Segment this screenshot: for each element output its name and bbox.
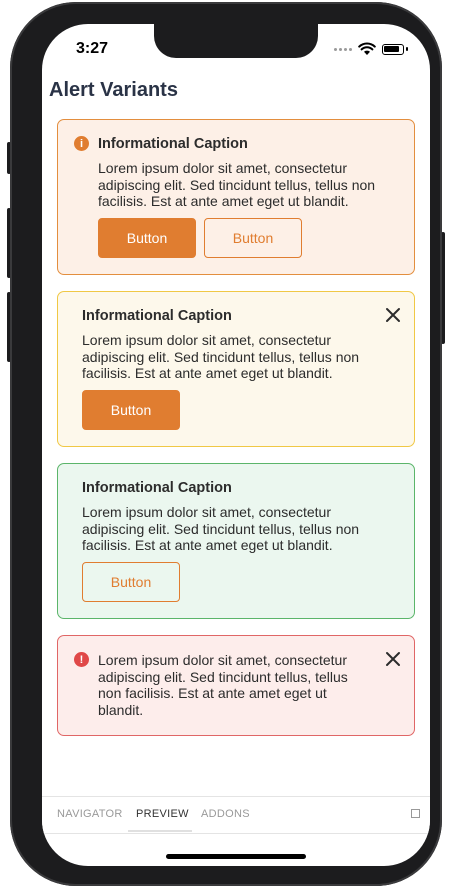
alert-error: ! Lorem ipsum dolor sit amet, consectetu… bbox=[57, 635, 415, 736]
active-tab-indicator bbox=[128, 830, 192, 832]
alert-warning: i Informational Caption Lorem ipsum dolo… bbox=[57, 119, 415, 275]
home-indicator bbox=[166, 854, 306, 859]
alert-body: Lorem ipsum dolor sit amet, consectetur … bbox=[82, 332, 360, 382]
phone-screen: 3:27 Alert Variants i Informational Capt… bbox=[42, 24, 430, 866]
notch bbox=[154, 24, 318, 58]
tab-navigator[interactable]: NAVIGATOR bbox=[57, 808, 123, 820]
primary-button[interactable]: Button bbox=[82, 390, 180, 430]
alert-body: Lorem ipsum dolor sit amet, consectetur … bbox=[98, 160, 376, 210]
alert-body: Lorem ipsum dolor sit amet, consectetur … bbox=[82, 504, 360, 554]
wifi-icon bbox=[358, 42, 376, 55]
addon-panel-tabs: NAVIGATOR PREVIEW ADDONS bbox=[42, 796, 430, 834]
alert-caution: Informational Caption Lorem ipsum dolor … bbox=[57, 291, 415, 447]
close-icon[interactable] bbox=[384, 306, 402, 324]
status-icons bbox=[334, 42, 408, 56]
signal-icon bbox=[334, 47, 352, 51]
alert-caption: Informational Caption bbox=[82, 308, 232, 324]
tab-preview[interactable]: PREVIEW bbox=[136, 808, 189, 820]
secondary-button[interactable]: Button bbox=[82, 562, 180, 602]
alert-body: Lorem ipsum dolor sit amet, consectetur … bbox=[98, 652, 348, 718]
primary-button[interactable]: Button bbox=[98, 218, 196, 258]
phone-frame: 3:27 Alert Variants i Informational Capt… bbox=[10, 2, 442, 886]
close-icon[interactable] bbox=[384, 650, 402, 668]
panel-toggle-icon[interactable] bbox=[411, 809, 420, 818]
secondary-button[interactable]: Button bbox=[204, 218, 302, 258]
page-title: Alert Variants bbox=[49, 79, 178, 101]
tab-addons[interactable]: ADDONS bbox=[201, 808, 250, 820]
error-icon: ! bbox=[74, 652, 89, 667]
status-time: 3:27 bbox=[76, 40, 109, 57]
info-icon: i bbox=[74, 136, 89, 151]
alert-caption: Informational Caption bbox=[82, 480, 232, 496]
alert-caption: Informational Caption bbox=[98, 136, 248, 152]
alert-success: Informational Caption Lorem ipsum dolor … bbox=[57, 463, 415, 619]
battery-icon bbox=[382, 43, 404, 55]
